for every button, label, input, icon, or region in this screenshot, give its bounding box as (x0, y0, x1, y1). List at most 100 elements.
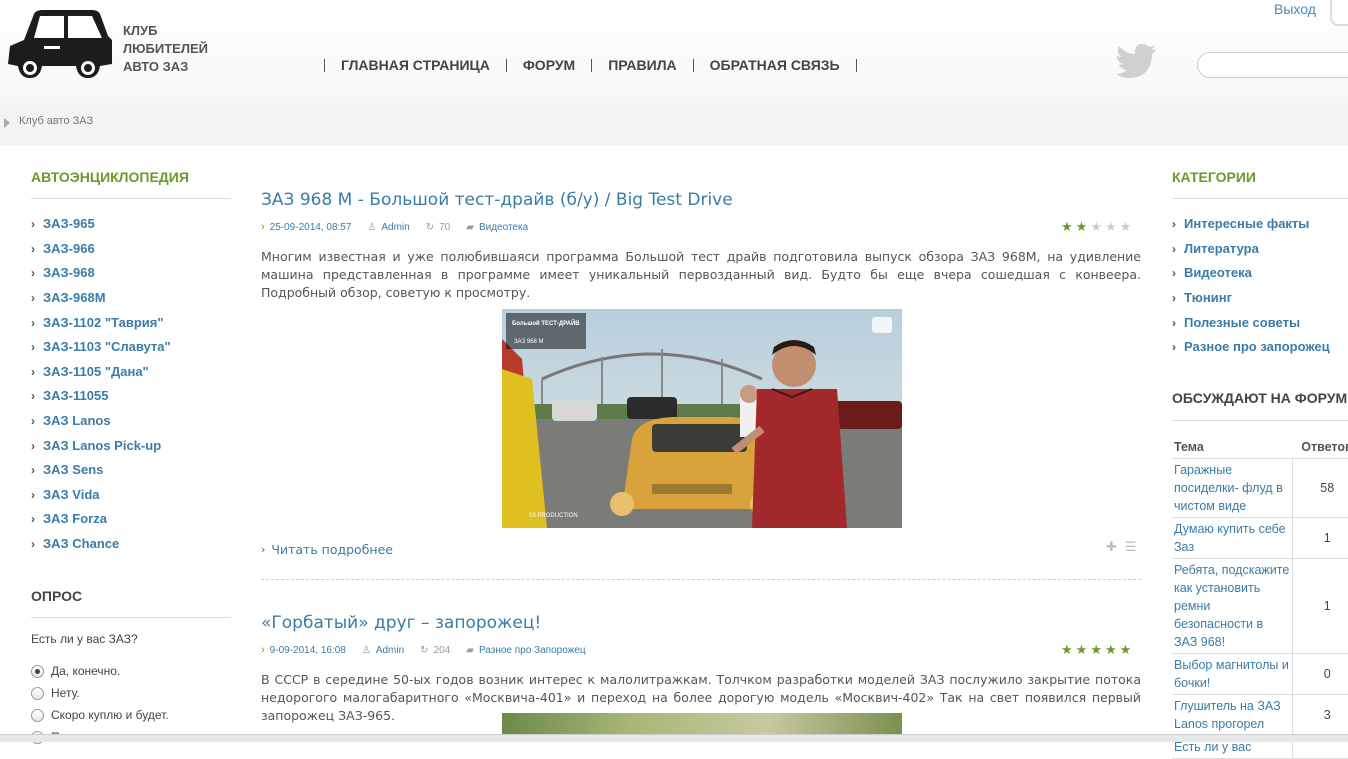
post-title[interactable]: «Горбатый» друг – запорожец! (261, 613, 541, 633)
star-icon[interactable]: ★ (1090, 644, 1102, 658)
breadcrumb-arrow-icon (4, 118, 10, 128)
search-input[interactable] (1210, 57, 1348, 71)
rating-stars[interactable]: ★ ★ ★ ★ ★ (1058, 221, 1131, 235)
star-icon[interactable]: ★ (1076, 644, 1088, 658)
model-label: ЗАЗ-968 (43, 265, 95, 281)
model-link[interactable]: › ЗАЗ Chance (31, 534, 171, 559)
model-link[interactable]: › ЗАЗ-965 (31, 214, 171, 239)
chevron-right-icon: › (31, 315, 35, 330)
category-link[interactable]: › Интересные факты (1172, 214, 1330, 239)
twitter-icon[interactable] (1116, 44, 1158, 80)
radio-button[interactable] (31, 664, 44, 678)
forum-topic-link[interactable]: Глушитель на ЗАЗ Lanos прогорел (1172, 694, 1292, 736)
poll-title: ОПРОС (31, 588, 83, 604)
model-link[interactable]: › ЗАЗ Lanos Pick-up (31, 435, 171, 460)
post-category[interactable]: Видеотека (479, 222, 528, 233)
table-row: Гаражные посиделки- флуд в чистом виде 5… (1172, 458, 1348, 518)
model-link[interactable]: › ЗАЗ-1102 "Таврия" (31, 312, 171, 337)
forum-topic-link[interactable]: Гаражные посиделки- флуд в чистом виде (1172, 458, 1292, 518)
model-link[interactable]: › ЗАЗ-968 (31, 263, 171, 288)
search-box (1197, 52, 1348, 78)
category-link[interactable]: › Разное про запорожец (1172, 337, 1330, 362)
breadcrumb: Клуб авто ЗАЗ (0, 104, 1348, 146)
model-link[interactable]: › ЗАЗ Lanos (31, 411, 171, 436)
site-logo-text[interactable]: Клуб любителей авто ЗАЗ (123, 22, 208, 76)
post-author[interactable]: Admin (376, 645, 404, 656)
post-author[interactable]: Admin (381, 222, 409, 233)
model-label: ЗАЗ Chance (43, 536, 120, 552)
post-meta: › 25-09-2014, 08:57 ♙ Admin ↻ 70 ▰ Видео… (261, 221, 544, 233)
logout-link[interactable]: Выход (1274, 1, 1316, 17)
categories-title: КАТЕГОРИИ (1172, 169, 1256, 185)
category-link[interactable]: › Видеотека (1172, 263, 1330, 288)
divider (31, 617, 231, 618)
star-icon[interactable]: ★ (1120, 221, 1132, 235)
post-image[interactable] (502, 713, 902, 734)
radio-button[interactable] (31, 686, 44, 700)
nav-separator (855, 58, 857, 72)
model-link[interactable]: › ЗАЗ-1103 "Славута" (31, 337, 171, 362)
star-icon[interactable]: ★ (1105, 644, 1117, 658)
star-icon[interactable]: ★ (1061, 644, 1073, 658)
model-link[interactable]: › ЗАЗ-1105 "Дана" (31, 362, 171, 387)
table-row: Глушитель на ЗАЗ Lanos прогорел 3 (1172, 694, 1348, 736)
model-link[interactable]: › ЗАЗ Vida (31, 485, 171, 510)
forum-topic-link[interactable]: Думаю купить себе Заз (1172, 517, 1292, 559)
model-link[interactable]: › ЗАЗ Sens (31, 460, 171, 485)
video-player[interactable]: Большой ТЕСТ-ДРАЙВ ЗАЗ 968 М 03 PRODUCTI… (502, 309, 902, 528)
rating-stars[interactable]: ★ ★ ★ ★ ★ (1058, 644, 1131, 658)
chevron-right-icon: › (31, 463, 35, 478)
star-icon[interactable]: ★ (1120, 644, 1132, 658)
reply-count: 1 (1291, 558, 1348, 654)
nav-rules[interactable]: ПРАВИЛА (592, 56, 692, 74)
poll-option[interactable]: Скоро куплю и будет. (31, 704, 169, 726)
list-icon[interactable]: ☰ (1125, 540, 1137, 555)
breadcrumb-home[interactable]: Клуб авто ЗАЗ (19, 115, 93, 127)
forum-topic-link[interactable]: Выбор магнитолы и бочки! (1172, 653, 1292, 695)
nav-forum[interactable]: ФОРУМ (507, 56, 591, 74)
table-row: Выбор магнитолы и бочки! 0 (1172, 653, 1348, 695)
nav-home[interactable]: ГЛАВНАЯ СТРАНИЦА (325, 56, 506, 74)
category-label: Тюнинг (1184, 290, 1232, 306)
forum-topic-link[interactable]: Ребята, подскажите как установить ремни … (1172, 558, 1292, 654)
star-icon[interactable]: ★ (1090, 221, 1102, 235)
chevron-right-icon: › (31, 241, 35, 256)
divider (1172, 198, 1348, 199)
category-link[interactable]: › Полезные советы (1172, 312, 1330, 337)
model-link[interactable]: › ЗАЗ-11055 (31, 386, 171, 411)
post-category[interactable]: Разное про Запорожец (479, 645, 586, 656)
model-label: ЗАЗ-1105 "Дана" (43, 363, 149, 379)
chevron-right-icon: › (261, 644, 265, 656)
login-panel-edge[interactable] (1330, 0, 1348, 26)
plus-icon[interactable]: ✚ (1106, 540, 1117, 555)
star-icon[interactable]: ★ (1105, 221, 1117, 235)
star-icon[interactable]: ★ (1061, 221, 1073, 235)
logo-line: Клуб (123, 23, 158, 38)
star-icon[interactable]: ★ (1076, 221, 1088, 235)
radio-button[interactable] (31, 708, 44, 722)
chevron-right-icon: › (31, 266, 35, 281)
model-link[interactable]: › ЗАЗ-966 (31, 239, 171, 264)
reply-count: 3 (1291, 694, 1348, 736)
nav-feedback[interactable]: ОБРАТНАЯ СВЯЗЬ (694, 56, 856, 74)
post-title[interactable]: ЗАЗ 968 М - Большой тест-драйв (б/у) / B… (261, 190, 733, 210)
category-link[interactable]: › Тюнинг (1172, 288, 1330, 313)
poll-option[interactable]: Нету. (31, 682, 169, 704)
model-link[interactable]: › ЗАЗ Forza (31, 509, 171, 534)
post-views: 70 (439, 221, 451, 233)
car-logo-icon[interactable] (4, 6, 114, 80)
read-more-link[interactable]: › Читать подробнее (261, 542, 393, 557)
model-link[interactable]: › ЗАЗ-968М (31, 288, 171, 313)
reply-count: 58 (1291, 458, 1348, 518)
logo-line: авто ЗАЗ (123, 59, 189, 74)
forum-title: ОБСУЖДАЮТ НА ФОРУМЕ (1172, 390, 1348, 406)
poll-option[interactable]: Да, конечно. (31, 660, 169, 682)
post-excerpt: Многим известная и уже полюбившаяси прог… (261, 249, 1141, 300)
category-link[interactable]: › Литература (1172, 239, 1330, 264)
post-views: 204 (433, 644, 451, 656)
chevron-right-icon: › (1172, 340, 1176, 355)
site-header: Клуб любителей авто ЗАЗ ГЛАВНАЯ СТРАНИЦА… (0, 0, 1348, 104)
chevron-right-icon: › (1172, 217, 1176, 232)
model-label: ЗАЗ Lanos (43, 413, 111, 429)
column-header-topic: Тема (1172, 436, 1292, 459)
